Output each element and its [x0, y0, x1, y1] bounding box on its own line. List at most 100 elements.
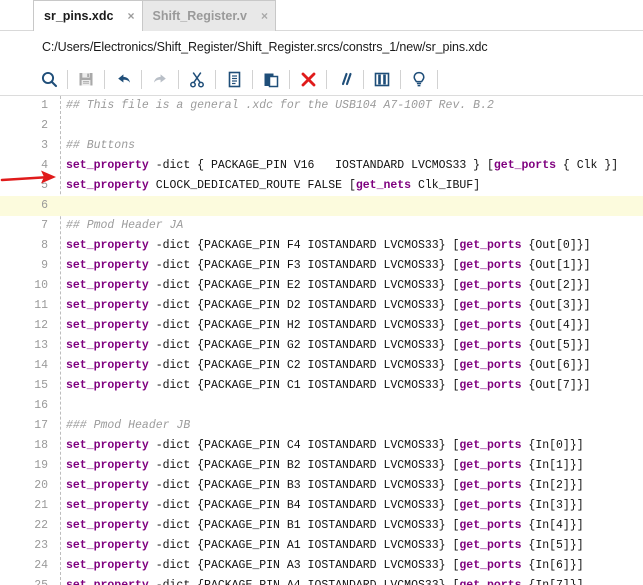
code-line-text: set_property -dict {PACKAGE_PIN C1 IOSTA…	[66, 376, 591, 396]
code-line[interactable]: 19set_property -dict {PACKAGE_PIN B2 IOS…	[0, 456, 643, 476]
code-token-com: ### Pmod Header JB	[66, 419, 190, 432]
line-number: 2	[0, 116, 52, 136]
undo-icon[interactable]	[110, 67, 136, 92]
code-line[interactable]: 21 set_property -dict {PACKAGE_PIN B4 IOS…	[0, 496, 643, 516]
code-token-cmd: set_property	[66, 239, 149, 252]
redo-icon[interactable]	[147, 67, 173, 92]
code-line[interactable]: 25set_property -dict {PACKAGE_PIN A4 IOS…	[0, 576, 643, 585]
code-line-text: set_property -dict {PACKAGE_PIN C4 IOSTA…	[66, 436, 584, 456]
code-token-plain: {In[5]}]	[522, 539, 584, 552]
code-token-cmd: set_property	[66, 459, 149, 472]
code-line-text: set_property -dict {PACKAGE_PIN B4 IOSTA…	[66, 496, 584, 516]
close-icon[interactable]: ×	[127, 10, 134, 22]
code-line[interactable]: 15set_property -dict {PACKAGE_PIN C1 IOS…	[0, 376, 643, 396]
code-line[interactable]: 14 set_property -dict {PACKAGE_PIN C2 IOS…	[0, 356, 643, 376]
toolbar-separator	[252, 70, 253, 89]
code-token-cmd: set_property	[66, 539, 149, 552]
code-token-cmd: set_property	[66, 159, 149, 172]
save-icon[interactable]	[73, 67, 99, 92]
code-token-plain: -dict {PACKAGE_PIN A1 IOSTANDARD LVCMOS3…	[149, 539, 460, 552]
line-number: 18	[0, 436, 52, 456]
line-number: 21	[0, 496, 52, 516]
code-line[interactable]: 23 set_property -dict {PACKAGE_PIN A1 IOS…	[0, 536, 643, 556]
code-token-cmd: set_property	[66, 179, 149, 192]
editor-toolbar	[0, 63, 643, 96]
code-line[interactable]: 13 set_property -dict {PACKAGE_PIN G2 IOS…	[0, 336, 643, 356]
code-token-cmd: get_ports	[459, 339, 521, 352]
code-line[interactable]: 11 set_property -dict {PACKAGE_PIN D2 IOS…	[0, 296, 643, 316]
paste-icon[interactable]	[258, 67, 284, 92]
line-number: 22	[0, 516, 52, 536]
code-token-cmd: set_property	[66, 439, 149, 452]
code-line-text: set_property -dict {PACKAGE_PIN H2 IOSTA…	[66, 316, 591, 336]
code-line[interactable]: 16	[0, 396, 643, 416]
line-number: 12	[0, 316, 52, 336]
code-token-plain: {Out[2]}]	[522, 279, 591, 292]
code-line-text: ### Pmod Header JB	[66, 416, 190, 436]
code-token-plain: {Out[6]}]	[522, 359, 591, 372]
line-number: 11	[0, 296, 52, 316]
line-number: 23	[0, 536, 52, 556]
toolbar-separator	[215, 70, 216, 89]
line-number: 13	[0, 336, 52, 356]
code-line[interactable]: 18 set_property -dict {PACKAGE_PIN C4 IOS…	[0, 436, 643, 456]
code-token-plain: {In[2]}]	[522, 479, 584, 492]
code-token-plain: CLOCK_DEDICATED_ROUTE FALSE [	[149, 179, 356, 192]
code-token-plain: {Out[5]}]	[522, 339, 591, 352]
line-number: 14	[0, 356, 52, 376]
find-icon[interactable]	[36, 67, 62, 92]
code-line[interactable]: 8set_property -dict {PACKAGE_PIN F4 IOST…	[0, 236, 643, 256]
code-line[interactable]: 22set_property -dict {PACKAGE_PIN B1 IOS…	[0, 516, 643, 536]
toolbar-separator	[326, 70, 327, 89]
comment-icon[interactable]	[332, 67, 358, 92]
tab-label: Shift_Register.v	[153, 9, 247, 23]
code-token-plain: { Clk }]	[556, 159, 618, 172]
code-line[interactable]: 24set_property -dict {PACKAGE_PIN A3 IOS…	[0, 556, 643, 576]
code-token-plain: {In[1]}]	[522, 459, 584, 472]
code-token-plain: -dict {PACKAGE_PIN B1 IOSTANDARD LVCMOS3…	[149, 519, 460, 532]
delete-icon[interactable]	[295, 67, 321, 92]
code-line[interactable]: 10set_property -dict {PACKAGE_PIN E2 IOS…	[0, 276, 643, 296]
code-editor-area[interactable]: 1 ## This file is a general .xdc for the …	[0, 96, 643, 585]
code-token-plain: Clk_IBUF]	[411, 179, 480, 192]
code-token-cmd: set_property	[66, 339, 149, 352]
code-line[interactable]: 9set_property -dict {PACKAGE_PIN F3 IOST…	[0, 256, 643, 276]
code-line-text: set_property -dict {PACKAGE_PIN D2 IOSTA…	[66, 296, 591, 316]
code-token-plain: -dict {PACKAGE_PIN B3 IOSTANDARD LVCMOS3…	[149, 479, 460, 492]
code-line[interactable]: 4set_property -dict { PACKAGE_PIN V16 IO…	[0, 156, 643, 176]
code-line[interactable]: 7## Pmod Header JA	[0, 216, 643, 236]
line-number: 17	[0, 416, 52, 436]
code-line[interactable]: 1 ## This file is a general .xdc for the …	[0, 96, 643, 116]
line-number: 1	[0, 96, 52, 116]
code-line[interactable]: 2	[0, 116, 643, 136]
cut-icon[interactable]	[184, 67, 210, 92]
code-line[interactable]: 5set_property CLOCK_DEDICATED_ROUTE FALS…	[0, 176, 643, 196]
code-token-com: ## This file is a general .xdc for the U…	[66, 99, 494, 112]
code-line-text: set_property -dict {PACKAGE_PIN F4 IOSTA…	[66, 236, 591, 256]
code-token-cmd: get_ports	[459, 299, 521, 312]
code-line-text: set_property -dict {PACKAGE_PIN C2 IOSTA…	[66, 356, 591, 376]
code-token-plain: {In[0]}]	[522, 439, 584, 452]
code-line-text: set_property -dict {PACKAGE_PIN G2 IOSTA…	[66, 336, 591, 356]
code-line[interactable]: 3## Buttons	[0, 136, 643, 156]
tab-active-0[interactable]: sr_pins.xdc×	[33, 0, 143, 31]
code-line[interactable]: 12 set_property -dict {PACKAGE_PIN H2 IOS…	[0, 316, 643, 336]
code-token-plain: {In[6]}]	[522, 559, 584, 572]
column-edit-icon[interactable]	[369, 67, 395, 92]
code-token-plain: {In[4]}]	[522, 519, 584, 532]
code-token-plain: -dict {PACKAGE_PIN B2 IOSTANDARD LVCMOS3…	[149, 459, 460, 472]
code-line[interactable]: 6	[0, 196, 643, 216]
code-token-plain: -dict {PACKAGE_PIN B4 IOSTANDARD LVCMOS3…	[149, 499, 460, 512]
tab-inactive-1[interactable]: Shift_Register.v ×	[143, 0, 277, 31]
line-number: 24	[0, 556, 52, 576]
copy-icon[interactable]	[221, 67, 247, 92]
line-number: 25	[0, 576, 52, 585]
code-token-plain: -dict {PACKAGE_PIN C4 IOSTANDARD LVCMOS3…	[149, 439, 460, 452]
code-line[interactable]: 17 ### Pmod Header JB	[0, 416, 643, 436]
tab-strip-left-gap	[0, 0, 33, 31]
code-token-cmd: set_property	[66, 299, 149, 312]
code-token-plain: -dict {PACKAGE_PIN D2 IOSTANDARD LVCMOS3…	[149, 299, 460, 312]
hint-icon[interactable]	[406, 67, 432, 92]
code-line[interactable]: 20set_property -dict {PACKAGE_PIN B3 IOS…	[0, 476, 643, 496]
close-icon[interactable]: ×	[261, 10, 268, 22]
